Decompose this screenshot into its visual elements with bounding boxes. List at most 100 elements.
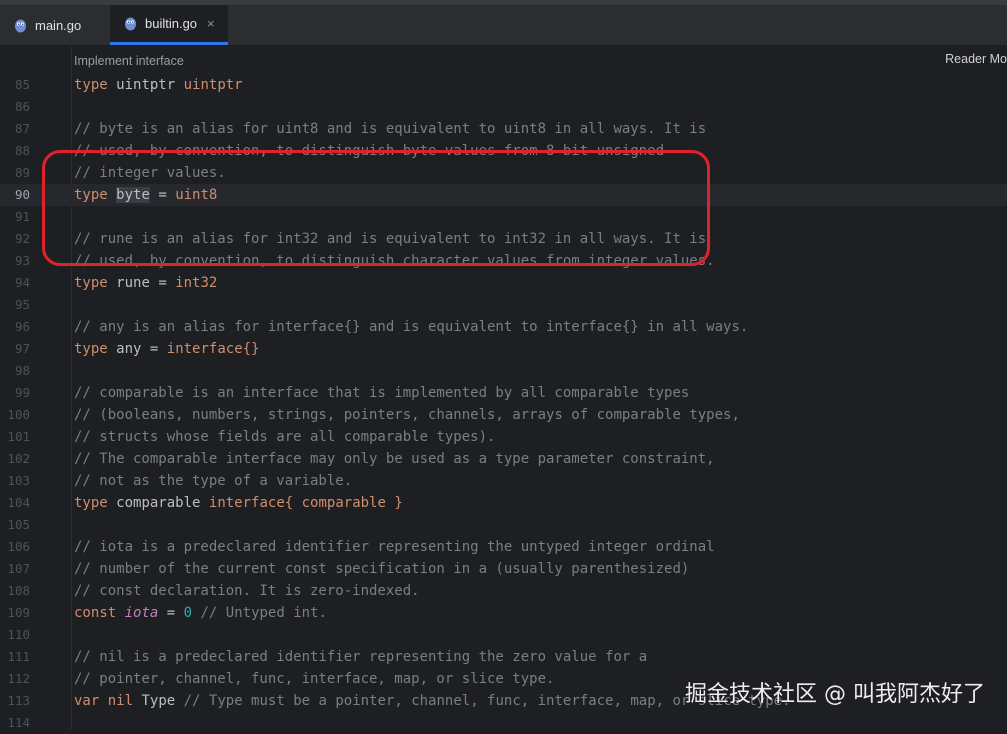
line-number: 85 (14, 77, 30, 92)
comment: // not as the type of a variable. (74, 473, 353, 489)
code-line: 105 (0, 514, 1007, 536)
code-text: type rune = int32 (74, 272, 217, 294)
implement-interface-hint[interactable]: Implement interface (74, 54, 184, 68)
brace: } (394, 495, 403, 511)
identifier: nil (107, 693, 134, 709)
line-number: 99 (14, 385, 30, 400)
code-text: type comparable interface{ comparable } (74, 492, 403, 514)
identifier: uintptr (116, 77, 176, 93)
code-line: 100 // (booleans, numbers, strings, poin… (0, 404, 1007, 426)
identifier: rune (116, 275, 150, 291)
keyword: var (74, 693, 100, 709)
line-number: 110 (7, 627, 30, 642)
code-line: 106 // iota is a predeclared identifier … (0, 536, 1007, 558)
comment: // (booleans, numbers, strings, pointers… (74, 407, 740, 423)
code-line: 97 type any = interface{} (0, 338, 1007, 360)
line-number: 87 (14, 121, 30, 136)
line-number: 93 (14, 253, 30, 268)
line-number: 94 (14, 275, 30, 290)
line-number: 88 (14, 143, 30, 158)
tab-main-go[interactable]: main.go (14, 5, 104, 45)
line-number: 91 (14, 209, 30, 224)
keyword: type (74, 275, 108, 291)
operator: = (149, 341, 159, 357)
comment: // comparable is an interface that is im… (74, 385, 690, 401)
line-number: 109 (7, 605, 30, 620)
code-line: 107 // number of the current const speci… (0, 558, 1007, 580)
code-line: 101 // structs whose fields are all comp… (0, 426, 1007, 448)
line-number: 103 (7, 473, 30, 488)
code-text: const iota = 0 // Untyped int. (74, 602, 327, 624)
code-line: 103 // not as the type of a variable. (0, 470, 1007, 492)
line-number: 104 (7, 495, 30, 510)
code-line: 109 const iota = 0 // Untyped int. (0, 602, 1007, 624)
code-line: 114 (0, 712, 1007, 734)
line-number: 95 (14, 297, 30, 312)
highlight-annotation-box (42, 150, 710, 266)
comment: // The comparable interface may only be … (74, 451, 715, 467)
line-number: 111 (7, 649, 30, 664)
comment: // iota is a predeclared identifier repr… (74, 539, 715, 555)
code-line: 104 type comparable interface{ comparabl… (0, 492, 1007, 514)
type-name: comparable (301, 495, 386, 511)
line-number: 92 (14, 231, 30, 246)
type-name: interface{} (166, 341, 260, 357)
tab-label: main.go (35, 17, 82, 33)
code-line: 102 // The comparable interface may only… (0, 448, 1007, 470)
constant-identifier: iota (124, 605, 159, 621)
line-number: 89 (14, 165, 30, 180)
line-number: 101 (7, 429, 30, 444)
tab-builtin-go[interactable]: builtin.go × (110, 5, 228, 45)
operator: = (158, 275, 167, 291)
tab-label: builtin.go (145, 16, 198, 31)
keyword: interface{ (208, 495, 294, 511)
watermark: 掘金技术社区 @ 叫我阿杰好了 (685, 682, 985, 707)
comment: // number of the current const specifica… (74, 561, 690, 577)
go-file-icon (124, 16, 137, 31)
line-number: 106 (7, 539, 30, 554)
line-number: 100 (7, 407, 30, 422)
comment: // structs whose fields are all comparab… (74, 429, 496, 445)
identifier: any (116, 341, 142, 357)
comment: // any is an alias for interface{} and i… (74, 319, 749, 335)
code-line: 111 // nil is a predeclared identifier r… (0, 646, 1007, 668)
code-editor[interactable]: Implement interface Reader Mo 85 type ui… (0, 46, 1007, 730)
close-icon[interactable]: × (207, 16, 215, 31)
line-number: 112 (7, 671, 30, 686)
keyword: type (74, 341, 108, 357)
comment: // nil is a predeclared identifier repre… (74, 649, 648, 665)
identifier: comparable (116, 495, 201, 511)
code-line: 96 // any is an alias for interface{} an… (0, 316, 1007, 338)
code-line: 108 // const declaration. It is zero-ind… (0, 580, 1007, 602)
keyword: const (74, 605, 117, 621)
reader-mode-button[interactable]: Reader Mo (945, 52, 1007, 66)
comment: // byte is an alias for uint8 and is equ… (74, 121, 707, 137)
number-literal: 0 (183, 605, 193, 621)
line-number: 86 (14, 99, 30, 114)
comment: // const declaration. It is zero-indexed… (74, 583, 420, 599)
code-line: 94 type rune = int32 (0, 272, 1007, 294)
code-line: 95 (0, 294, 1007, 316)
code-line: 98 (0, 360, 1007, 382)
comment: // Untyped int. (200, 605, 327, 621)
operator: = (166, 605, 176, 621)
keyword: type (74, 495, 108, 511)
code-line: 87 // byte is an alias for uint8 and is … (0, 118, 1007, 140)
code-text: type any = interface{} (74, 338, 259, 360)
line-number: 105 (7, 517, 30, 532)
code-line: 99 // comparable is an interface that is… (0, 382, 1007, 404)
editor-tab-bar: main.go builtin.go × (0, 0, 1007, 46)
code-line: 86 (0, 96, 1007, 118)
type-name: Type (141, 693, 176, 709)
type-name: uintptr (183, 77, 243, 93)
keyword: type (74, 77, 108, 93)
type-name: int32 (175, 275, 218, 291)
line-number: 90 (14, 187, 30, 202)
line-number: 108 (7, 583, 30, 598)
line-number: 97 (14, 341, 30, 356)
code-text: type uintptr uintptr (74, 74, 243, 96)
line-number: 98 (14, 363, 30, 378)
go-file-icon (14, 18, 27, 33)
comment: // pointer, channel, func, interface, ma… (74, 671, 555, 687)
code-text: var nil Type // Type must be a pointer, … (74, 690, 791, 712)
